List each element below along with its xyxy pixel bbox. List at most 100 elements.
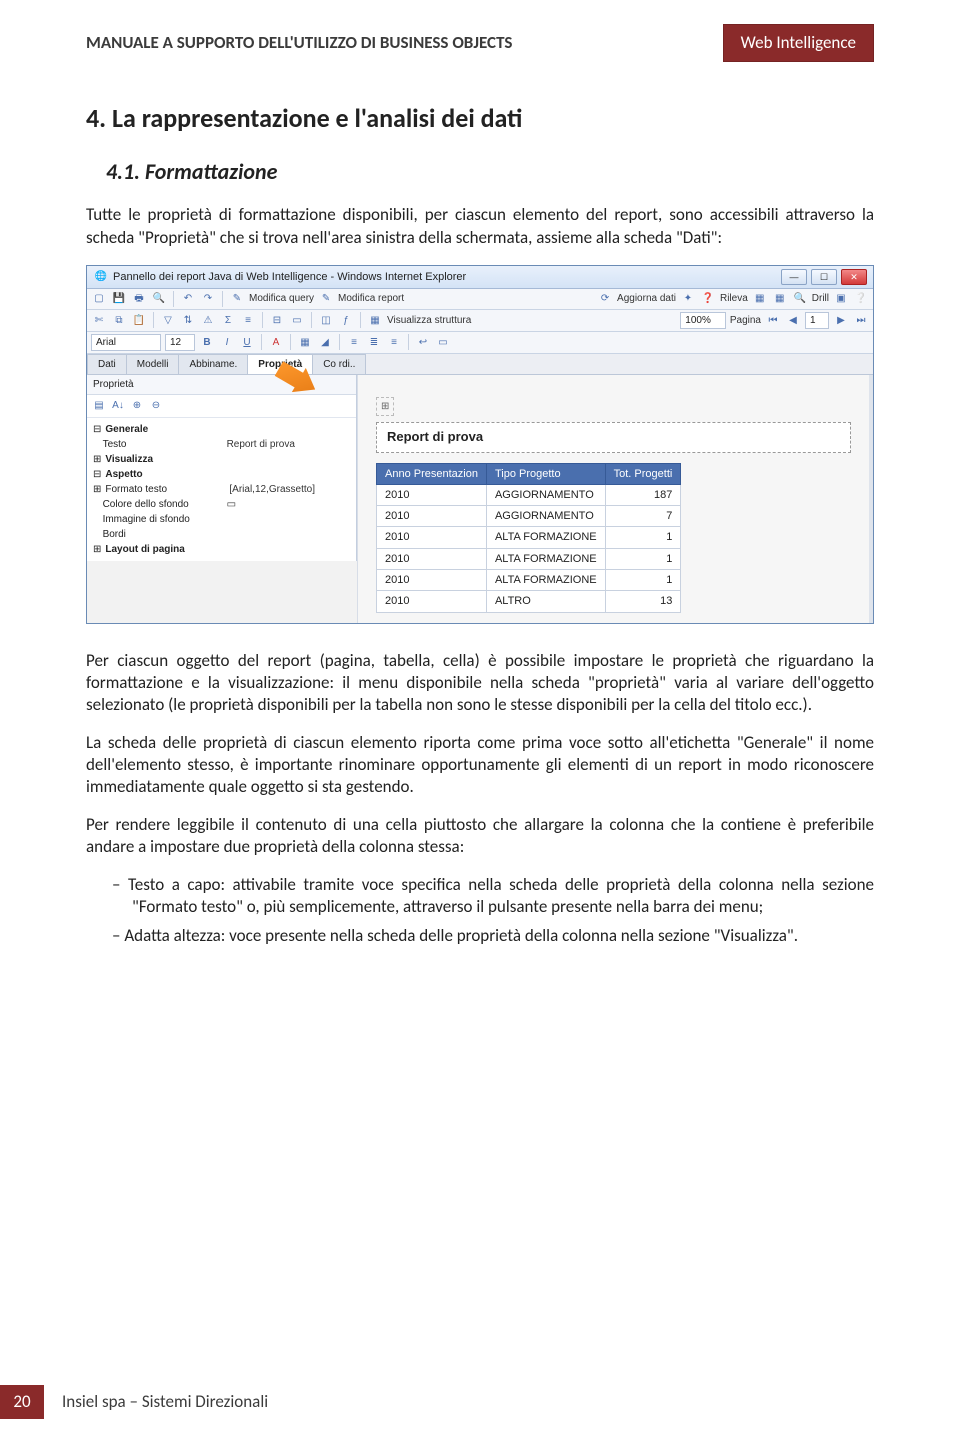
page-first-icon[interactable]: ⏮ (765, 312, 781, 328)
cell[interactable]: 2010 (377, 506, 487, 527)
cell[interactable]: AGGIORNAMENTO (486, 506, 605, 527)
tree-bordi[interactable]: Bordi (103, 528, 223, 541)
merge-cells-icon[interactable]: ▭ (435, 334, 451, 350)
underline-icon[interactable]: U (239, 334, 255, 350)
page-prev-icon[interactable]: ◀ (785, 312, 801, 328)
report-canvas[interactable]: ⊞ Report di prova Anno Presentazion Tipo… (357, 375, 873, 623)
prop-expand-icon[interactable]: ⊕ (129, 398, 145, 414)
cell[interactable]: 1 (605, 570, 681, 591)
structure-icon[interactable]: ▦ (367, 312, 383, 328)
section-handle-icon[interactable]: ⊞ (376, 397, 394, 416)
edit-query-icon[interactable]: ✎ (229, 291, 245, 307)
table-row[interactable]: 2010AGGIORNAMENTO187 (377, 484, 681, 505)
report-table[interactable]: Anno Presentazion Tipo Progetto Tot. Pro… (376, 463, 681, 613)
misc-icon-1[interactable]: ▦ (752, 291, 768, 307)
detect-label[interactable]: Rileva (720, 292, 748, 305)
merge-icon[interactable]: ◫ (318, 312, 334, 328)
table-row[interactable]: 2010AGGIORNAMENTO7 (377, 506, 681, 527)
wrap-icon[interactable]: ↩ (415, 334, 431, 350)
tree-aspetto[interactable]: Aspetto (105, 468, 225, 481)
export-icon[interactable]: ▣ (833, 291, 849, 307)
report-title-cell[interactable]: Report di prova (376, 422, 851, 453)
tree-testo-value[interactable]: Report di prova (227, 438, 295, 451)
tree-immagine-sfondo[interactable]: Immagine di sfondo (103, 513, 223, 526)
font-name-select[interactable]: Arial (91, 334, 161, 351)
tree-layout[interactable]: Layout di pagina (105, 543, 225, 556)
table-row[interactable]: 2010ALTA FORMAZIONE1 (377, 570, 681, 591)
cell[interactable]: 2010 (377, 548, 487, 569)
tab-abbiname[interactable]: Abbiname. (178, 354, 248, 374)
save-icon[interactable]: 💾 (111, 291, 127, 307)
page-last-icon[interactable]: ⏭ (853, 312, 869, 328)
help-icon[interactable]: ❔ (853, 291, 869, 307)
refresh-label[interactable]: Aggiorna dati (617, 292, 676, 305)
col-anno[interactable]: Anno Presentazion (377, 463, 487, 484)
cell[interactable]: 1 (605, 527, 681, 548)
refresh-icon[interactable]: ⟳ (597, 291, 613, 307)
italic-icon[interactable]: I (219, 334, 235, 350)
edit-query-label[interactable]: Modifica query (249, 292, 314, 305)
align-left-icon[interactable]: ≡ (346, 334, 362, 350)
section-icon[interactable]: ▭ (289, 312, 305, 328)
table-row[interactable]: 2010ALTA FORMAZIONE1 (377, 548, 681, 569)
tree-colore-sfondo-value[interactable]: ▭ (227, 498, 236, 511)
align-right-icon[interactable]: ≡ (386, 334, 402, 350)
table-row[interactable]: 2010ALTRO13 (377, 591, 681, 612)
var-icon[interactable]: ƒ (338, 312, 354, 328)
alert-icon[interactable]: ⚠ (200, 312, 216, 328)
track-icon[interactable]: ✦ (680, 291, 696, 307)
cut-icon[interactable]: ✄ (91, 312, 107, 328)
cell[interactable]: ALTRO (486, 591, 605, 612)
drill-label[interactable]: Drill (812, 292, 829, 305)
redo-icon[interactable]: ↷ (200, 291, 216, 307)
cell[interactable]: ALTA FORMAZIONE (486, 527, 605, 548)
cell[interactable]: AGGIORNAMENTO (486, 484, 605, 505)
tree-formato-testo-value[interactable]: [Arial,12,Grassetto] (229, 483, 315, 496)
cell[interactable]: 7 (605, 506, 681, 527)
prop-sort-icon[interactable]: ▤ (91, 398, 107, 414)
tree-generale[interactable]: Generale (105, 423, 225, 436)
filter-icon[interactable]: ▽ (160, 312, 176, 328)
zoom-select[interactable]: 100% (680, 312, 726, 329)
table-row[interactable]: 2010ALTA FORMAZIONE1 (377, 527, 681, 548)
col-tot[interactable]: Tot. Progetti (605, 463, 681, 484)
align-center-icon[interactable]: ≣ (366, 334, 382, 350)
tab-dati[interactable]: Dati (87, 354, 127, 374)
tree-testo-label[interactable]: Testo (103, 438, 223, 451)
cell[interactable]: 13 (605, 591, 681, 612)
font-color-icon[interactable]: A (268, 334, 284, 350)
cell[interactable]: 187 (605, 484, 681, 505)
bold-icon[interactable]: B (199, 334, 215, 350)
detect-icon[interactable]: ❓ (700, 291, 716, 307)
close-button[interactable]: ✕ (841, 269, 867, 285)
bg-color-icon[interactable]: ◢ (317, 334, 333, 350)
cell[interactable]: 1 (605, 548, 681, 569)
new-icon[interactable]: ▢ (91, 291, 107, 307)
cell[interactable]: ALTA FORMAZIONE (486, 570, 605, 591)
tree-visualizza[interactable]: Visualizza (105, 453, 225, 466)
prop-cat-icon[interactable]: A↓ (110, 398, 126, 414)
print-icon[interactable]: 🖶 (131, 291, 147, 307)
sort-icon[interactable]: ⇅ (180, 312, 196, 328)
break-icon[interactable]: ⊟ (269, 312, 285, 328)
edit-report-icon[interactable]: ✎ (318, 291, 334, 307)
undo-icon[interactable]: ↶ (180, 291, 196, 307)
rank-icon[interactable]: ≡ (240, 312, 256, 328)
tree-colore-sfondo[interactable]: Colore dello sfondo (103, 498, 223, 511)
copy-icon[interactable]: ⧉ (111, 312, 127, 328)
find-icon[interactable]: 🔍 (151, 291, 167, 307)
cell[interactable]: 2010 (377, 527, 487, 548)
structure-label[interactable]: Visualizza struttura (387, 314, 471, 327)
border-icon[interactable]: ▦ (297, 334, 313, 350)
paste-icon[interactable]: 📋 (131, 312, 147, 328)
maximize-button[interactable]: ☐ (811, 269, 837, 285)
calc-icon[interactable]: Σ (220, 312, 236, 328)
page-number-input[interactable]: 1 (805, 312, 829, 329)
prop-collapse-icon[interactable]: ⊖ (148, 398, 164, 414)
tab-controlli[interactable]: Co rdi.. (312, 354, 366, 374)
cell[interactable]: 2010 (377, 570, 487, 591)
cell[interactable]: 2010 (377, 591, 487, 612)
cell[interactable]: 2010 (377, 484, 487, 505)
tab-modelli[interactable]: Modelli (126, 354, 180, 374)
drill-icon[interactable]: 🔍 (792, 291, 808, 307)
